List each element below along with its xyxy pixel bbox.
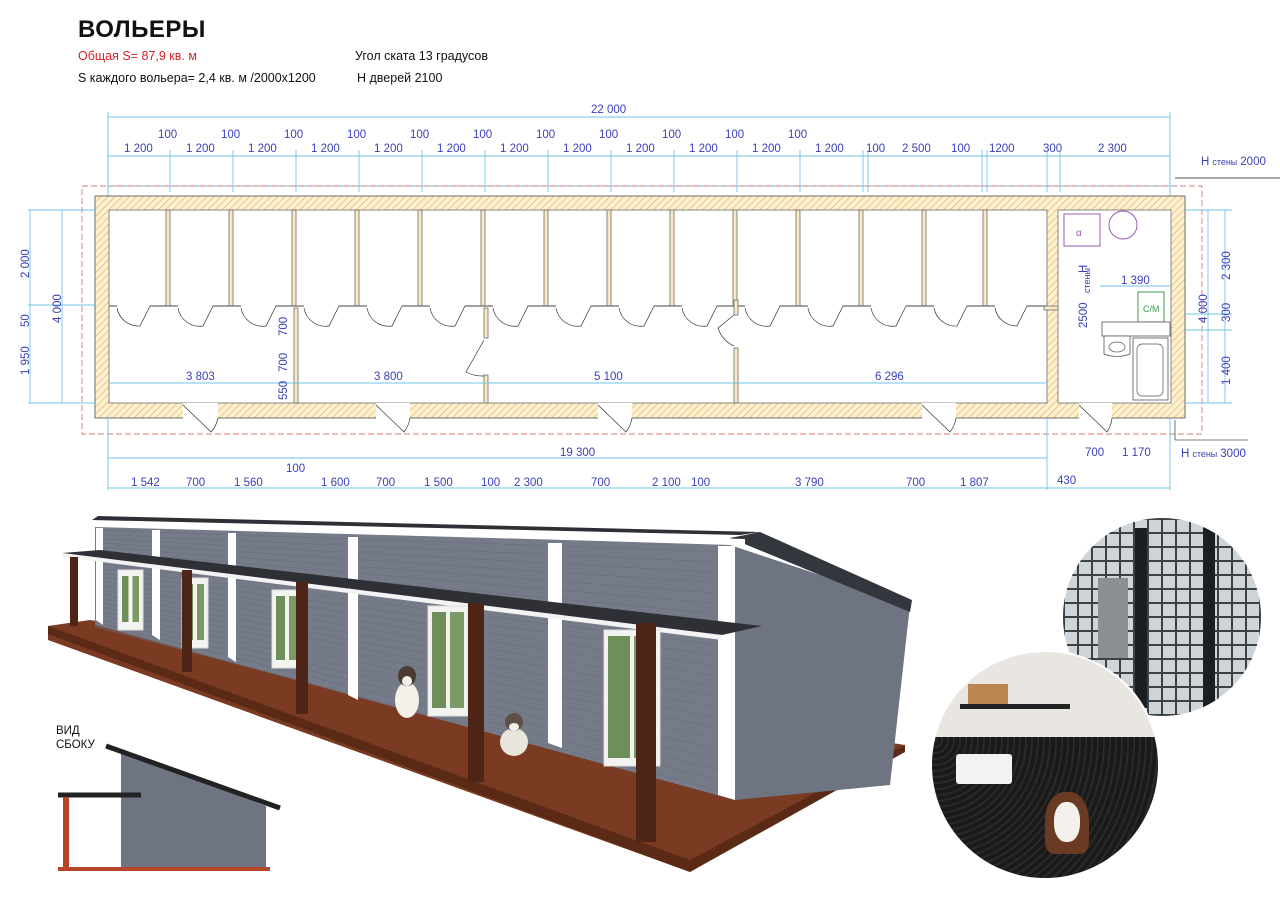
dim-left-2: 50 <box>20 314 32 327</box>
svg-text:α: α <box>1076 228 1082 239</box>
dim-right-3: 1 400 <box>1221 356 1233 385</box>
overall-length: 22 000 <box>591 104 626 116</box>
floor-plan: 22 000 100 100 100 100 100 100 100 100 100 100 100… <box>20 104 1280 490</box>
corridor-total: 19 300 <box>560 447 595 459</box>
dim-room-width: 1 390 <box>1121 275 1150 287</box>
bottom-dim: 700 <box>376 477 395 489</box>
top-module-dim: 1 200 <box>186 143 215 155</box>
top-gap-dim: 100 <box>536 129 555 141</box>
top-module-dim: 100 <box>951 143 970 155</box>
svg-text:стены: стены <box>1082 268 1092 293</box>
top-module-dim: 1 200 <box>311 143 340 155</box>
top-gap-dim: 100 <box>221 129 240 141</box>
wall-height-bottom: Нстены 3000 <box>1181 448 1246 460</box>
bottom-dim: 2 300 <box>514 477 543 489</box>
top-gap-dim: 100 <box>599 129 618 141</box>
top-gap-dim: 100 <box>347 129 366 141</box>
top-module-dim: 1200 <box>989 143 1015 155</box>
corridor-dim-2: 3 800 <box>374 371 403 383</box>
bottom-dim: 1 560 <box>234 477 263 489</box>
dim-left-3: 1 950 <box>20 346 32 375</box>
partition-dim-1: 700 <box>278 317 290 336</box>
top-gap-dim: 100 <box>473 129 492 141</box>
side-view-label-line2: СБОКУ <box>56 739 95 751</box>
top-module-dim: 2 300 <box>1098 143 1127 155</box>
top-module-dim: 2 500 <box>902 143 931 155</box>
canopy-roof <box>62 550 762 635</box>
top-gap-dim: 100 <box>284 129 303 141</box>
bottom-dim: 1 600 <box>321 477 350 489</box>
top-gap-dim: 100 <box>788 129 807 141</box>
dim-right-4: 4 000 <box>1198 294 1210 323</box>
bottom-dim: 100 <box>691 477 710 489</box>
top-module-dim: 1 200 <box>626 143 655 155</box>
bottom-dims: 1 542 700 1 560 1 600 700 1 500 100 2 300 700 2 1… <box>131 477 989 489</box>
corridor-dim-1: 3 803 <box>186 371 215 383</box>
wall-height-top: Нстены 2000 <box>1201 156 1266 168</box>
top-module-dim: 1 200 <box>752 143 781 155</box>
building-side-wall <box>730 545 910 800</box>
bottom-dim: 700 <box>591 477 610 489</box>
bottom-dim: 1 807 <box>960 477 989 489</box>
bottom-dim: 2 100 <box>652 477 681 489</box>
top-module-dim: 100 <box>866 143 885 155</box>
bottom-dim: 1 542 <box>131 477 160 489</box>
wooden-deck <box>48 620 905 872</box>
husky-dog-2 <box>500 713 528 756</box>
dim-left-4: 4 000 <box>52 294 64 323</box>
corridor-dim-4: 6 296 <box>875 371 904 383</box>
top-module-dim: 300 <box>1043 143 1062 155</box>
toilet-label: С/М <box>1143 304 1160 314</box>
bottom-right-dim-1: 700 <box>1085 447 1104 459</box>
corridor-dim-3: 5 100 <box>594 371 623 383</box>
top-gap-dim: 100 <box>725 129 744 141</box>
bottom-right-dim-2: 1 170 <box>1122 447 1151 459</box>
dim-right-2: 300 <box>1221 303 1233 322</box>
bottom-dim: 3 790 <box>795 477 824 489</box>
dim-left-1: 2 000 <box>20 249 32 278</box>
top-module-dim: 1 200 <box>248 143 277 155</box>
top-module-dim: 1 200 <box>500 143 529 155</box>
bottom-dim: 700 <box>186 477 205 489</box>
bottom-dim: 700 <box>906 477 925 489</box>
bottom-right-dim-3: 430 <box>1057 475 1076 487</box>
top-module-dim: 1 200 <box>124 143 153 155</box>
top-module-dim: 1 200 <box>437 143 466 155</box>
partition-dim-2: 700 <box>278 353 290 372</box>
partition-dim-3: 550 <box>278 381 290 400</box>
photo-dog-wash <box>930 650 1160 880</box>
top-module-dim: 1 200 <box>815 143 844 155</box>
dim-room-height: 2500 <box>1078 302 1090 328</box>
top-module-dim: 1 200 <box>374 143 403 155</box>
roof <box>92 516 760 535</box>
bottom-100: 100 <box>286 463 305 475</box>
dim-right-1: 2 300 <box>1221 251 1233 280</box>
top-module-dims: 1 200 1 200 1 200 1 200 1 200 1 200 1 200 1 200… <box>124 143 1127 155</box>
top-module-dim: 1 200 <box>563 143 592 155</box>
top-gap-dim: 100 <box>410 129 429 141</box>
top-gap-dims: 100 100 100 100 100 100 100 100 100 100 100 <box>158 129 807 141</box>
top-module-dim: 1 200 <box>689 143 718 155</box>
building-facade <box>95 525 735 800</box>
husky-dog-1 <box>395 666 419 718</box>
side-view-label-line1: ВИД <box>56 725 80 737</box>
top-gap-dim: 100 <box>662 129 681 141</box>
bottom-dim: 100 <box>481 477 500 489</box>
top-gap-dim: 100 <box>158 129 177 141</box>
side-view-label: ВИД СБОКУ <box>56 724 95 752</box>
bottom-dim: 1 500 <box>424 477 453 489</box>
